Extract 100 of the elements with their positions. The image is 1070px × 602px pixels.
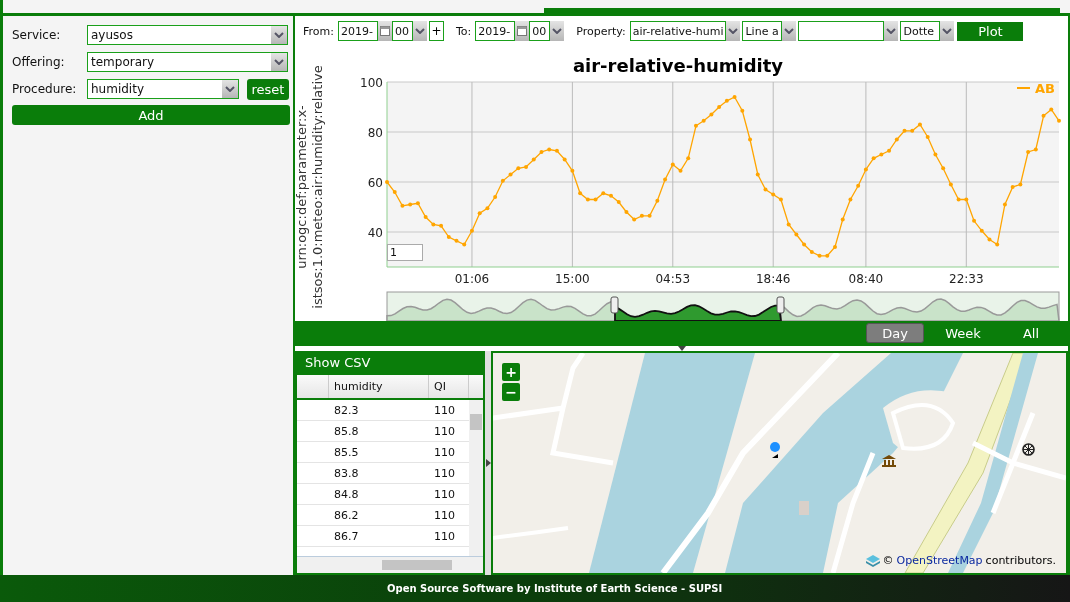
field-label: Procedure: [12,82,78,96]
data-point [693,123,698,128]
data-point [763,187,768,192]
range-tab[interactable]: Day [866,323,924,344]
data-point [1049,107,1054,112]
add-button[interactable]: Add [12,105,290,125]
data-point [554,148,559,153]
data-point [400,203,405,208]
data-point [678,168,683,173]
axis-tick-label: 15:00 [555,271,590,286]
data-point [423,214,428,219]
plot-button[interactable]: Plot [957,21,1024,41]
column-header[interactable]: QI [429,375,469,398]
panel-title[interactable]: Show CSV [297,351,483,375]
color-select[interactable] [798,21,885,42]
data-point [585,197,590,202]
data-point [547,147,552,152]
data-point [755,172,760,177]
data-point [415,201,420,206]
caret-icon[interactable] [726,21,741,42]
line-style-select[interactable]: Dotte [900,21,941,42]
dropdown[interactable]: ayusos [87,25,288,45]
chart-type-select[interactable]: Line a [742,21,783,42]
data-point [879,152,884,157]
column-header[interactable]: humidity [329,375,429,398]
axis-tick-label: 22:33 [949,271,984,286]
from-label: From: [303,24,334,38]
scrollbar[interactable] [297,556,483,573]
to-label: To: [455,24,472,38]
wheel-icon [1022,443,1035,456]
location-marker-icon[interactable] [769,442,781,460]
dropdown[interactable]: temporary [87,52,288,72]
caret-icon[interactable] [884,21,899,42]
axis-title: urn:ogc:def:parameter:x-istsos:1.0:meteo:air:humidity:relative [294,64,326,311]
data-point [817,253,822,258]
data-point [439,223,444,228]
date-field[interactable]: 2019- [475,21,516,42]
date-field[interactable]: 2019- [337,21,378,42]
reset-button[interactable]: reset [247,78,289,100]
data-point [771,192,776,197]
data-point [601,191,606,196]
data-point [616,199,621,204]
navigator-drawing[interactable] [386,291,1060,321]
data-point [871,156,876,161]
data-point [941,166,946,171]
property-select[interactable]: air-relative-humi [629,21,727,42]
hour-select[interactable]: 00 [529,21,551,42]
data-point [462,242,467,247]
data-point [670,162,675,167]
data-point [609,193,613,198]
zoom-in-button[interactable]: + [502,363,520,381]
data-point [987,237,992,242]
attribution-link[interactable]: OpenStreetMap [896,554,983,567]
data-point [917,122,922,127]
axis-tick-label: 60 [367,175,383,190]
calendar-icon[interactable] [515,21,530,42]
data-point [887,148,892,153]
range-tab[interactable]: All [1002,323,1060,344]
add-hour-button[interactable]: + [428,21,444,42]
data-point [531,157,536,162]
caret-icon[interactable] [550,21,565,42]
data-point [948,182,953,187]
data-point [964,197,969,202]
data-point [562,157,567,162]
range-tab[interactable]: Week [934,323,992,344]
layers-icon[interactable] [865,554,880,567]
table-cell-text: 110 [433,424,456,438]
caret-icon [271,53,287,71]
zoom-out-button[interactable]: − [502,383,520,401]
caret-icon[interactable] [782,21,797,42]
data-point [516,166,521,171]
data-point [894,137,899,142]
dropdown[interactable]: humidity [87,79,239,99]
copyright-text: © [882,554,894,567]
legend-label: AB [1035,80,1055,96]
data-point [979,228,984,233]
table-cell-text: 86.7 [333,529,360,543]
hour-select[interactable]: 00 [391,21,413,42]
data-point [1026,149,1031,154]
data-point [686,156,691,161]
scrollbar[interactable] [469,400,483,556]
table-cell-text: 84.8 [333,487,360,501]
data-point [748,137,753,142]
table-cell-text: 110 [433,508,456,522]
data-point [477,211,482,216]
data-point [493,194,498,199]
table-cell-text: 110 [433,403,456,417]
data-point [392,189,397,194]
caret-icon[interactable] [940,21,955,42]
axis-tick-label: 100 [360,75,383,90]
data-point [833,244,837,249]
table-cell-text: 85.8 [333,424,360,438]
data-point [848,197,853,202]
axis-tick-label: 01:06 [454,271,490,286]
data-point [1041,113,1046,118]
data-point [1057,118,1061,123]
axis-tick-label: 04:53 [655,271,691,286]
data-point [632,217,637,222]
table-cell-text: 110 [433,466,456,480]
data-point [802,242,807,247]
